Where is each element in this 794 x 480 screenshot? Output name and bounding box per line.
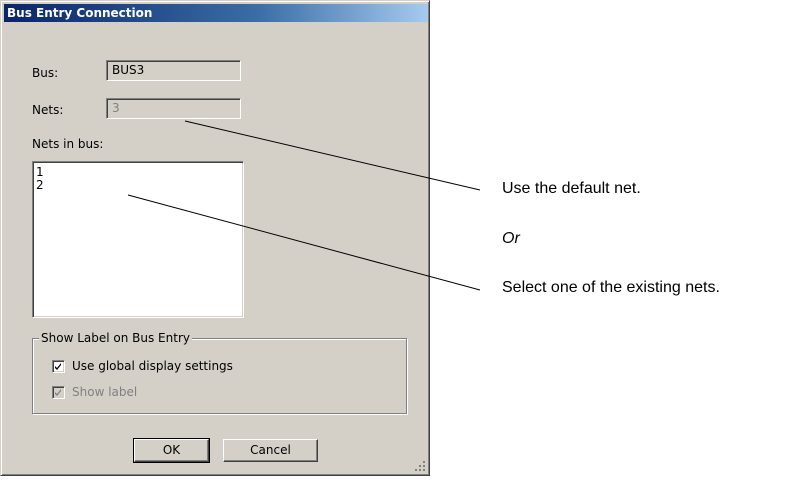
show-label-checkbox[interactable]: [52, 386, 65, 399]
bus-label: Bus:: [32, 66, 59, 80]
list-item[interactable]: 1: [36, 166, 243, 179]
annotation-select-existing: Select one of the existing nets.: [502, 279, 720, 296]
checkmark-icon: [55, 389, 61, 396]
show-label-groupbox: [32, 338, 407, 414]
nets-label: Nets:: [32, 103, 64, 117]
show-label-group-title: Show Label on Bus Entry: [39, 331, 192, 345]
nets-field[interactable]: 3: [106, 98, 241, 119]
annotation-or: Or: [502, 230, 520, 247]
show-label-label[interactable]: Show label: [72, 385, 137, 399]
nets-in-bus-list[interactable]: 1 2: [32, 161, 244, 318]
dialog-title: Bus Entry Connection: [4, 4, 428, 22]
resize-grip-icon[interactable]: [414, 460, 426, 472]
list-item[interactable]: 2: [36, 179, 243, 192]
use-global-display-checkbox[interactable]: [52, 360, 65, 373]
cancel-button[interactable]: Cancel: [223, 439, 318, 462]
bus-field[interactable]: BUS3: [106, 60, 241, 81]
checkmark-icon: [55, 363, 61, 370]
use-global-display-label[interactable]: Use global display settings: [72, 359, 233, 373]
ok-button[interactable]: OK: [133, 438, 210, 463]
bus-entry-connection-dialog: Bus Entry Connection Bus: BUS3 Nets: 3 N…: [0, 0, 430, 476]
annotation-default-net: Use the default net.: [502, 180, 641, 197]
nets-in-bus-label: Nets in bus:: [32, 137, 104, 151]
